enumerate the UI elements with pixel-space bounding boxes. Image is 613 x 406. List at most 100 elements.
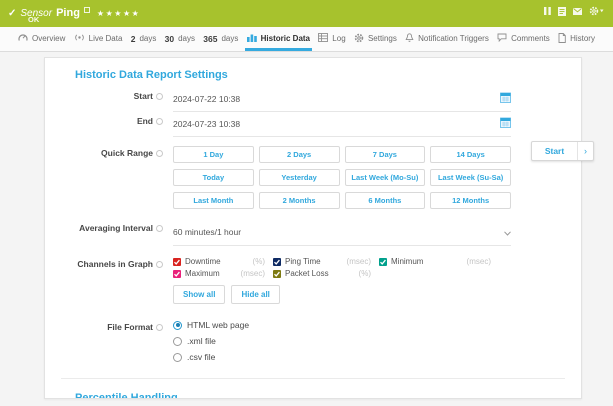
channel-unit: (%) — [359, 269, 371, 278]
tab-log[interactable]: Log — [316, 27, 347, 51]
tab-settings[interactable]: Settings — [352, 27, 399, 51]
calendar-icon[interactable] — [500, 90, 511, 108]
report-icon[interactable] — [558, 7, 566, 16]
chevron-down-icon[interactable] — [504, 223, 511, 241]
tab-comments[interactable]: Comments — [495, 27, 552, 51]
tab-label: Notification Triggers — [418, 34, 489, 43]
checkbox-checked-icon[interactable] — [379, 258, 387, 266]
tab-history[interactable]: History — [556, 27, 597, 51]
email-icon[interactable] — [573, 8, 582, 15]
channel-ping-time: Ping Time (msec) — [273, 257, 371, 266]
status-badge: OK — [28, 15, 39, 24]
tab-label: days — [221, 34, 238, 43]
file-format-option-csv[interactable]: .csv file — [173, 352, 511, 362]
tab-num: 365 — [203, 34, 217, 44]
info-icon[interactable] — [156, 118, 163, 125]
quick-range-button[interactable]: Yesterday — [259, 169, 340, 186]
gear-caret-icon[interactable] — [589, 6, 604, 16]
bar-chart-icon — [247, 33, 257, 44]
start-date-value[interactable]: 2024-07-22 10:38 — [173, 94, 500, 104]
tab-2-days[interactable]: 2 days — [129, 27, 159, 51]
averaging-interval-row: Averaging Interval 60 minutes/1 hour — [45, 221, 581, 246]
comment-icon — [497, 33, 507, 44]
show-all-button[interactable]: Show all — [173, 285, 225, 304]
file-format-option-xml[interactable]: .xml file — [173, 336, 511, 346]
channel-maximum: Maximum (msec) — [173, 269, 265, 278]
averaging-interval-value[interactable]: 60 minutes/1 hour — [173, 227, 504, 237]
checkbox-checked-icon[interactable] — [273, 270, 281, 278]
info-icon[interactable] — [156, 225, 163, 232]
quick-range-button[interactable]: Last Month — [173, 192, 254, 209]
quick-range-button[interactable]: Last Week (Mo-Su) — [345, 169, 426, 186]
start-date-input[interactable]: 2024-07-22 10:38 — [173, 89, 511, 112]
tab-overview[interactable]: Overview — [16, 27, 67, 51]
start-label: Start — [134, 91, 153, 101]
tab-label: Overview — [32, 34, 65, 43]
tab-label: Live Data — [89, 34, 123, 43]
channel-name: Packet Loss — [285, 269, 355, 278]
table-icon — [318, 33, 328, 44]
tab-label: Log — [332, 34, 345, 43]
checkbox-checked-icon[interactable] — [173, 258, 181, 266]
quick-range-button[interactable]: 1 Day — [173, 146, 254, 163]
quick-range-button[interactable]: 2 Days — [259, 146, 340, 163]
quick-range-button[interactable]: 7 Days — [345, 146, 426, 163]
end-label: End — [137, 116, 153, 126]
tab-30-days[interactable]: 30 days — [163, 27, 197, 51]
tab-label: Historic Data — [261, 34, 310, 43]
channel-unit: (msec) — [467, 257, 491, 266]
gauge-icon — [18, 33, 28, 44]
tab-live-data[interactable]: Live Data — [72, 27, 125, 51]
start-report-label[interactable]: Start — [532, 142, 577, 160]
priority-stars[interactable]: ★★★★★ — [97, 9, 140, 18]
end-date-value[interactable]: 2024-07-23 10:38 — [173, 119, 500, 129]
checkbox-checked-icon[interactable] — [273, 258, 281, 266]
sensor-name: Ping — [56, 7, 80, 19]
channel-minimum: Minimum (msec) — [379, 257, 491, 266]
averaging-interval-select[interactable]: 60 minutes/1 hour — [173, 221, 511, 246]
start-report-button[interactable]: Start › — [531, 141, 594, 161]
quick-range-button[interactable]: 14 Days — [430, 146, 511, 163]
tab-bar: Overview Live Data 2 days 30 days 365 da… — [0, 27, 613, 52]
history-icon — [558, 33, 566, 45]
quick-range-button[interactable]: 2 Months — [259, 192, 340, 209]
channel-name: Downtime — [185, 257, 249, 266]
file-format-label: File Format — [107, 322, 153, 332]
tab-num: 2 — [131, 34, 136, 44]
end-row: End 2024-07-23 10:38 — [45, 114, 581, 137]
gear-icon — [354, 33, 364, 45]
page-title: Historic Data Report Settings — [75, 69, 581, 81]
live-icon — [74, 33, 85, 44]
tab-label: days — [139, 34, 156, 43]
info-icon[interactable] — [156, 150, 163, 157]
quick-range-button[interactable]: 6 Months — [345, 192, 426, 209]
info-icon[interactable] — [156, 324, 163, 331]
averaging-interval-label: Averaging Interval — [79, 223, 153, 233]
channel-packet-loss: Packet Loss (%) — [273, 269, 371, 278]
tab-historic-data[interactable]: Historic Data — [245, 27, 312, 51]
checkbox-checked-icon[interactable] — [173, 270, 181, 278]
sensor-header: ✓ Sensor Ping ★★★★★ OK — [0, 0, 613, 27]
tab-num: 30 — [165, 34, 174, 44]
status-check-icon: ✓ — [8, 8, 16, 19]
quick-range-button[interactable]: 12 Months — [430, 192, 511, 209]
hide-all-button[interactable]: Hide all — [231, 285, 279, 304]
quick-range-button[interactable]: Today — [173, 169, 254, 186]
radio-selected-icon[interactable] — [173, 321, 182, 330]
radio-icon[interactable] — [173, 337, 182, 346]
calendar-icon[interactable] — [500, 115, 511, 133]
info-icon[interactable] — [156, 261, 163, 268]
pause-icon[interactable] — [544, 7, 551, 15]
quick-range-button[interactable]: Last Week (Su-Sa) — [430, 169, 511, 186]
end-date-input[interactable]: 2024-07-23 10:38 — [173, 114, 511, 137]
info-icon[interactable] — [156, 93, 163, 100]
tab-notification-triggers[interactable]: Notification Triggers — [403, 27, 491, 51]
tab-label: Comments — [511, 34, 550, 43]
bell-icon — [405, 33, 414, 45]
settings-card: Historic Data Report Settings Start 2024… — [44, 57, 582, 399]
channels-row: Channels in Graph Downtime (%) Ping Time… — [45, 257, 581, 304]
radio-icon[interactable] — [173, 353, 182, 362]
tab-365-days[interactable]: 365 days — [201, 27, 240, 51]
chevron-right-icon[interactable]: › — [577, 142, 593, 160]
file-format-option-html[interactable]: HTML web page — [173, 320, 511, 330]
